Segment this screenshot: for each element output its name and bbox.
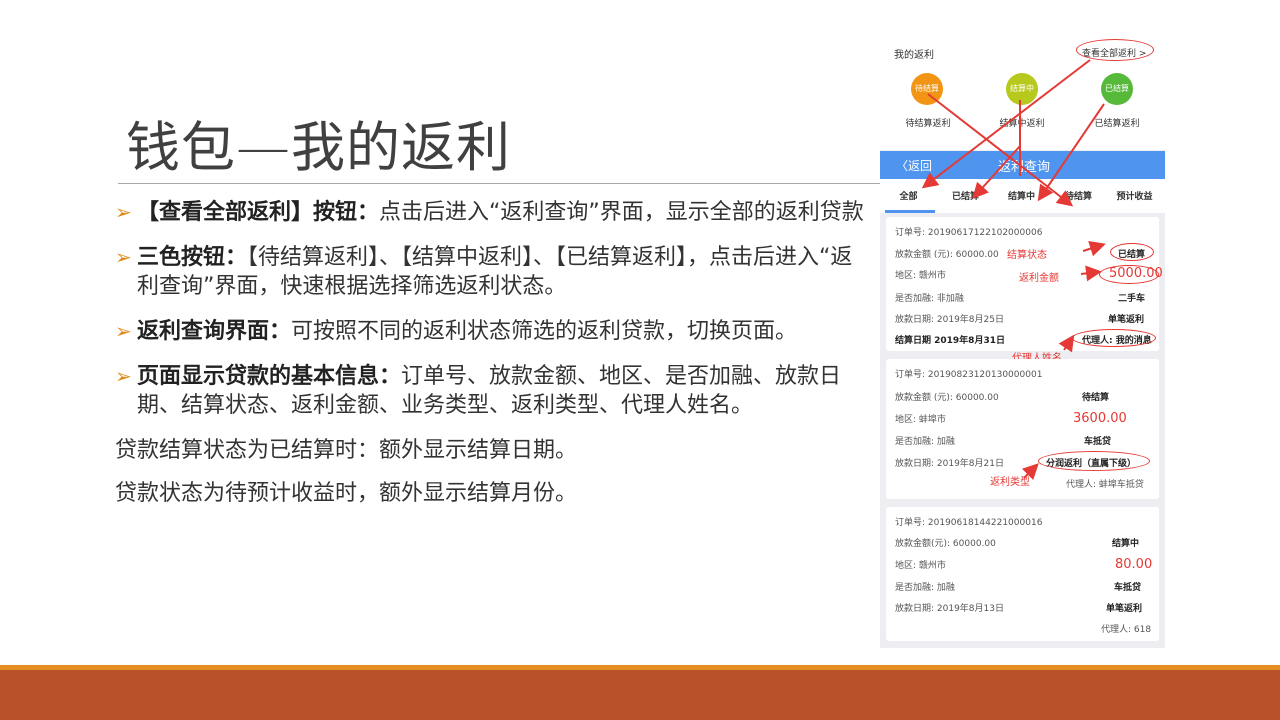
arrow-bullet-icon: ➢ [115,245,132,269]
slide-title: 钱包—我的返利 [126,116,511,179]
bullet-three-buttons: ➢ 三色按钮：【待结算返利】、【结算中返利】、【已结算返利】，点击后进入“返利查… [115,243,865,301]
footer-bar [0,670,1280,720]
annotation-arrows [921,59,1106,481]
bullet-bold: 返利查询界面： [137,319,292,344]
note-expected: 贷款状态为待预计收益时，额外显示结算月份。 [115,481,578,506]
bullet-text: 可按照不同的返利状态筛选的返利贷款，切换页面。 [291,319,798,344]
bullet-loan-info: ➢ 页面显示贷款的基本信息：订单号、放款金额、地区、是否加融、放款日期、结算状态… [115,362,865,420]
bullet-bold: 三色按钮： [137,245,248,270]
phone-screenshot: 我的返利 查看全部返利 > 待结算 结算中 已结算 待结算返利 结算中返利 已结… [880,36,1165,648]
arrow-bullet-icon: ➢ [115,200,132,224]
bullet-view-all: ➢ 【查看全部返利】按钮：点击后进入“返利查询”界面，显示全部的返利贷款 [115,198,865,227]
arrow-bullet-icon: ➢ [115,319,132,343]
title-divider [118,183,880,184]
note-settled: 贷款结算状态为已结算时：额外显示结算日期。 [115,438,578,463]
bullet-bold: 页面显示贷款的基本信息： [137,364,402,389]
arrow-bullet-icon: ➢ [115,364,132,388]
bullet-list: ➢ 【查看全部返利】按钮：点击后进入“返利查询”界面，显示全部的返利贷款 ➢ 三… [115,198,865,522]
bullet-text: 点击后进入“返利查询”界面，显示全部的返利贷款 [379,200,864,225]
bullet-query-page: ➢ 返利查询界面：可按照不同的返利状态筛选的返利贷款，切换页面。 [115,317,865,346]
bullet-bold: 【查看全部返利】按钮： [137,200,380,225]
